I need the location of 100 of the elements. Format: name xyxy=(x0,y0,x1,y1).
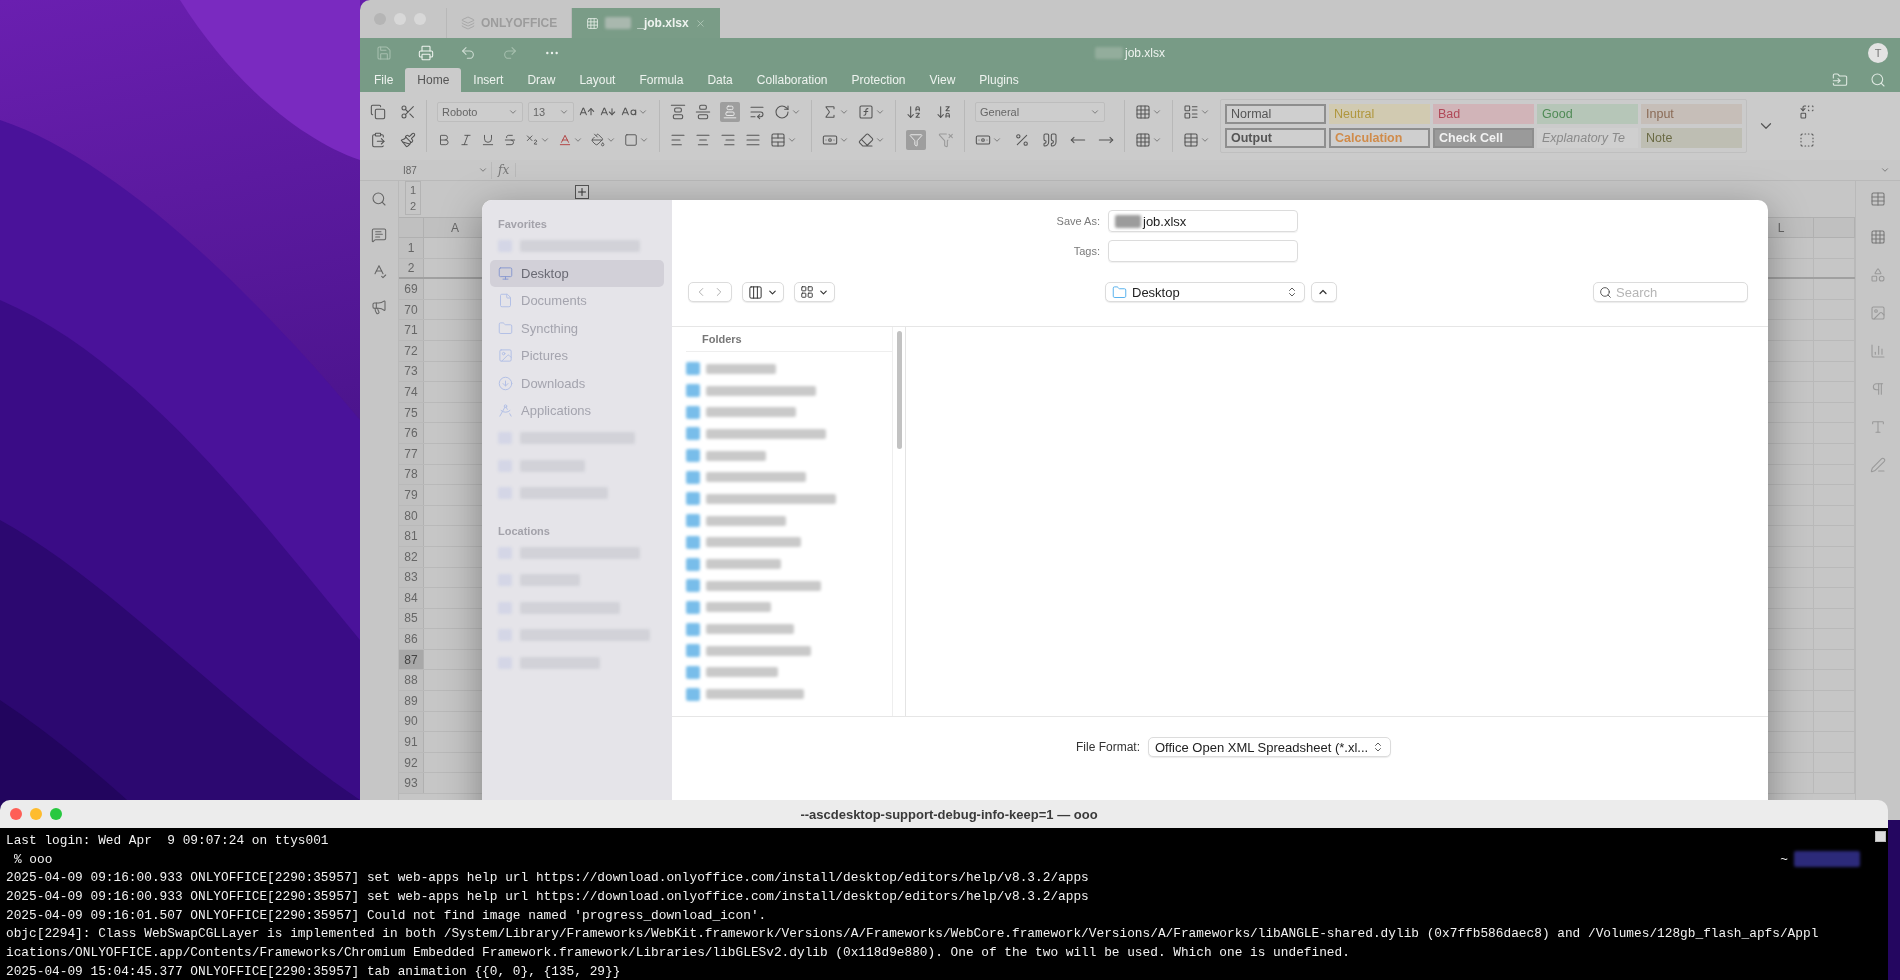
justify-icon[interactable] xyxy=(745,132,761,148)
view-button[interactable] xyxy=(742,282,784,302)
menu-tab[interactable]: Collaboration xyxy=(744,68,840,92)
paragraph-icon[interactable] xyxy=(1870,381,1886,397)
cut-icon[interactable] xyxy=(400,104,416,120)
collapse-button[interactable] xyxy=(1311,282,1337,302)
cell-style-option[interactable]: Normal xyxy=(1225,104,1326,124)
row-header[interactable]: 74 xyxy=(399,382,424,402)
scrollbar[interactable] xyxy=(896,331,902,449)
filename-field[interactable]: job.xlsx xyxy=(1108,210,1298,232)
menu-tab[interactable]: Plugins xyxy=(967,68,1031,92)
merge-icon[interactable] xyxy=(770,132,786,148)
stepper-icon[interactable] xyxy=(1286,286,1298,298)
group-button[interactable] xyxy=(794,282,835,302)
row-header[interactable]: 81 xyxy=(399,526,424,546)
grid-icon[interactable] xyxy=(800,285,814,299)
sum-icon[interactable] xyxy=(822,104,838,120)
columns-icon[interactable] xyxy=(748,284,763,300)
file-format-dropdown[interactable]: Office Open XML Spreadsheet (*.xl... xyxy=(1148,737,1392,757)
row-header[interactable]: 71 xyxy=(399,320,424,340)
sidebar-item[interactable]: Applications xyxy=(490,397,664,425)
align-middle-icon[interactable] xyxy=(695,104,711,120)
search-field[interactable]: Search xyxy=(1593,282,1748,302)
font-size-dropdown[interactable]: 13 xyxy=(528,102,574,122)
currency-icon[interactable] xyxy=(975,132,991,148)
folder-icon[interactable] xyxy=(498,320,513,336)
menu-tab[interactable]: View xyxy=(917,68,968,92)
folder-icon[interactable] xyxy=(1832,72,1848,88)
clear-filter-icon[interactable] xyxy=(938,132,954,148)
image-icon[interactable] xyxy=(498,348,513,364)
megaphone-icon[interactable] xyxy=(371,299,387,315)
subscript-icon[interactable] xyxy=(525,133,539,147)
menu-tab[interactable]: File xyxy=(362,68,406,92)
location-dropdown[interactable]: Desktop xyxy=(1105,282,1305,302)
monitor-icon[interactable] xyxy=(498,265,513,281)
name-box[interactable]: I87 xyxy=(400,161,492,179)
conditional-format-icon[interactable] xyxy=(1183,104,1199,120)
menu-tab[interactable]: Home xyxy=(405,68,462,92)
select-icon[interactable] xyxy=(1799,132,1815,148)
row-header[interactable]: 84 xyxy=(399,588,424,608)
menu-tab[interactable]: Data xyxy=(695,68,745,92)
cell-style-option[interactable]: Check Cell xyxy=(1433,128,1534,148)
menu-tab[interactable]: Formula xyxy=(627,68,696,92)
pen-icon[interactable] xyxy=(1870,457,1886,473)
row-header[interactable]: 93 xyxy=(399,773,424,794)
paste-icon[interactable] xyxy=(370,132,386,148)
cell-style-option[interactable]: Output xyxy=(1225,128,1326,148)
cell-style-option[interactable]: Note xyxy=(1641,128,1742,148)
cell-style-option[interactable]: Input xyxy=(1641,104,1742,124)
sort-ascending-icon[interactable] xyxy=(906,104,922,120)
font-name-dropdown[interactable]: Roboto xyxy=(437,102,523,122)
chart-icon[interactable] xyxy=(1870,343,1886,359)
percent-icon[interactable] xyxy=(1014,132,1030,148)
rotate-icon[interactable] xyxy=(774,104,790,120)
user-avatar[interactable]: T xyxy=(1868,43,1888,63)
borders-icon[interactable] xyxy=(624,133,638,147)
redo-icon[interactable] xyxy=(502,45,518,61)
brush-icon[interactable] xyxy=(400,132,416,148)
cell-style-option[interactable]: Bad xyxy=(1433,104,1534,124)
row-header[interactable]: 69 xyxy=(399,279,424,299)
number-format-dropdown[interactable]: General xyxy=(975,102,1105,122)
menu-tab[interactable]: Layout xyxy=(567,68,628,92)
row-header[interactable]: 88 xyxy=(399,670,424,691)
italic-icon[interactable] xyxy=(459,133,473,147)
tags-field[interactable] xyxy=(1108,240,1298,262)
search-icon[interactable] xyxy=(1599,285,1612,299)
outline-level-button[interactable]: 1 xyxy=(406,182,420,198)
save-icon[interactable] xyxy=(376,45,392,61)
function-icon[interactable] xyxy=(858,104,874,120)
align-top-icon[interactable] xyxy=(670,104,686,120)
align-left-icon[interactable] xyxy=(670,132,686,148)
cell-style-option[interactable]: Neutral xyxy=(1329,104,1430,124)
sidebar-item[interactable]: Desktop xyxy=(490,259,664,287)
document-icon[interactable] xyxy=(498,293,513,309)
align-right-icon[interactable] xyxy=(720,132,736,148)
cell-style-option[interactable]: Explanatory Te xyxy=(1537,128,1638,148)
close-icon[interactable] xyxy=(694,17,706,29)
underline-icon[interactable] xyxy=(481,133,495,147)
paint-bucket-icon[interactable] xyxy=(591,133,605,147)
spellcheck-icon[interactable] xyxy=(371,263,387,279)
delete-cells-icon[interactable] xyxy=(1135,132,1151,148)
wrap-text-icon[interactable] xyxy=(749,104,765,120)
expand-group-button[interactable] xyxy=(575,185,589,199)
table-icon[interactable] xyxy=(1870,191,1886,207)
search-icon[interactable] xyxy=(371,191,387,207)
eraser-icon[interactable] xyxy=(858,132,874,148)
row-header[interactable]: 79 xyxy=(399,485,424,505)
table-icon[interactable] xyxy=(1183,132,1199,148)
bold-icon[interactable] xyxy=(437,133,451,147)
outline-level-button[interactable]: 2 xyxy=(406,198,420,214)
zoom-button[interactable] xyxy=(50,808,62,820)
shapes-icon[interactable] xyxy=(1870,267,1886,283)
strikethrough-icon[interactable] xyxy=(503,133,517,147)
print-icon[interactable] xyxy=(418,45,434,61)
menu-tab[interactable]: Insert xyxy=(461,68,516,92)
comma-style-icon[interactable] xyxy=(1042,132,1058,148)
sidebar-item[interactable]: Documents xyxy=(490,287,664,315)
menu-tab[interactable]: Draw xyxy=(515,68,568,92)
row-header[interactable]: 89 xyxy=(399,691,424,711)
comment-icon[interactable] xyxy=(371,227,387,243)
